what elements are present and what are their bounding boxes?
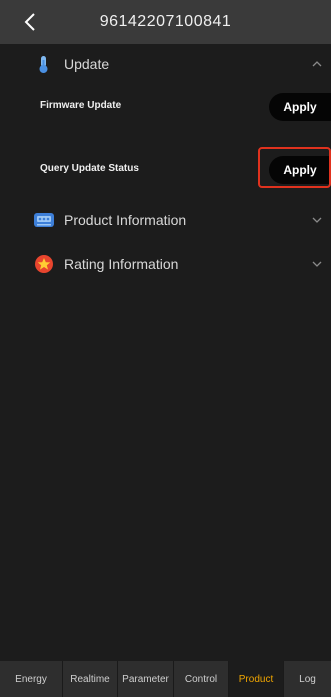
chevron-down-icon [312,217,322,223]
tab-log[interactable]: Log [284,661,331,697]
thermometer-icon [39,56,48,73]
firmware-update-row: Firmware Update Apply [0,88,331,128]
tab-realtime[interactable]: Realtime [63,661,118,697]
page-title: 96142207100841 [99,13,232,30]
tab-energy[interactable]: Energy [0,661,63,697]
chevron-up-icon [312,61,322,67]
bottom-tab-bar: Energy Realtime Parameter Control Produc… [0,661,331,697]
firmware-update-label: Firmware Update [40,100,122,111]
query-apply-button[interactable]: Apply [269,156,331,184]
section-rating-label: Rating Information [64,256,179,272]
section-product-label: Product Information [64,212,187,228]
chevron-left-icon [24,13,35,31]
chevron-down-icon [312,261,322,267]
query-update-row: Query Update Status Apply [0,151,331,191]
app-screen: 96142207100841 Update Firmware Update Ap… [0,0,331,697]
back-button[interactable] [18,9,42,35]
section-update[interactable]: Update [0,46,331,82]
tab-product[interactable]: Product [229,661,284,697]
section-rating-information[interactable]: Rating Information [0,246,331,282]
tab-parameter[interactable]: Parameter [118,661,174,697]
star-badge-icon [35,255,53,273]
top-bar: 96142207100841 [0,0,331,44]
section-product-information[interactable]: Product Information [0,202,331,238]
device-icon [34,213,54,227]
query-update-label: Query Update Status [40,163,139,174]
firmware-apply-button[interactable]: Apply [269,93,331,121]
tab-control[interactable]: Control [174,661,229,697]
section-update-label: Update [64,56,110,72]
